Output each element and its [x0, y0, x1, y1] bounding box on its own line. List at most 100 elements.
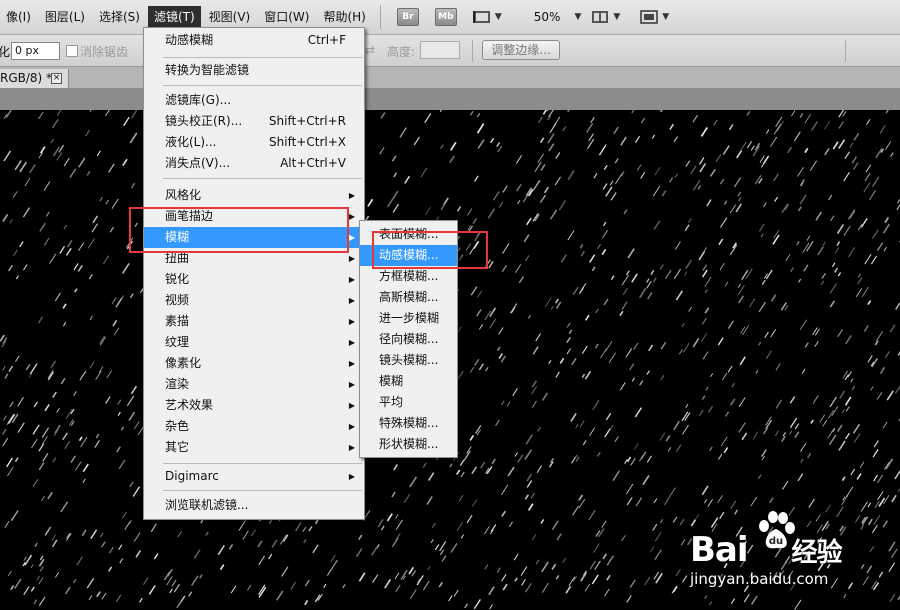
menu-item-label: 锐化 — [165, 272, 190, 286]
submenu-arrow-icon: ▶ — [348, 254, 355, 263]
submenu-item-blur[interactable]: 高斯模糊... — [360, 287, 457, 308]
submenu-arrow-icon: ▶ — [348, 275, 355, 284]
menu-item-liquify[interactable]: 液化(L)... Shift+Ctrl+X — [144, 132, 364, 153]
menu-item-filter-gallery[interactable]: 滤镜库(G)... — [144, 90, 364, 111]
menu-select[interactable]: 选择(S) — [93, 6, 146, 28]
submenu-arrow-icon: ▶ — [348, 472, 355, 481]
menu-item-lens-correction[interactable]: 镜头校正(R)... Shift+Ctrl+R — [144, 111, 364, 132]
bridge-button[interactable]: Br — [396, 8, 419, 26]
filter-menu: 动感模糊 Ctrl+F 转换为智能滤镜 滤镜库(G)... 镜头校正(R)...… — [143, 27, 365, 520]
submenu-item-blur[interactable]: 特殊模糊... — [360, 413, 457, 434]
menu-item-filter-group[interactable]: 纹理 ▶ — [144, 332, 364, 353]
arrange-icon — [592, 11, 609, 23]
watermark-brand-latin: Bai — [690, 530, 749, 570]
menu-item-label: 动感模糊 — [165, 33, 214, 47]
menu-layer[interactable]: 图层(L) — [39, 6, 91, 28]
menu-separator — [163, 178, 362, 179]
submenu-item-blur[interactable]: 进一步模糊 — [360, 308, 457, 329]
menu-item-label: 消失点(V)... — [165, 156, 231, 170]
screen-mode-icon — [640, 10, 659, 24]
submenu-arrow-icon: ▶ — [348, 338, 355, 347]
height-input[interactable] — [420, 41, 460, 59]
menu-window[interactable]: 窗口(W) — [258, 6, 315, 28]
options-divider — [845, 40, 846, 62]
submenu-item-blur[interactable]: 镜头模糊... — [360, 350, 457, 371]
height-label: 高度: — [387, 45, 416, 59]
menu-item-vanishing-point[interactable]: 消失点(V)... Alt+Ctrl+V — [144, 153, 364, 174]
menu-item-browse-filters-online[interactable]: 浏览联机滤镜... — [144, 495, 364, 516]
menu-item-label: 素描 — [165, 314, 190, 328]
menu-item-filter-group[interactable]: 艺术效果 ▶ — [144, 395, 364, 416]
chevron-down-icon[interactable]: ▼ — [574, 12, 581, 22]
submenu-arrow-icon: ▶ — [348, 401, 355, 410]
menu-item-label: 杂色 — [165, 419, 190, 433]
menu-item-label: 艺术效果 — [165, 398, 214, 412]
document-tab-title: RGB/8) * — [0, 71, 53, 85]
options-divider — [472, 40, 473, 62]
menu-item-label: 特殊模糊... — [379, 416, 439, 430]
menu-item-label: 镜头校正(R)... — [165, 114, 243, 128]
menu-item-filter-group[interactable]: 素描 ▶ — [144, 311, 364, 332]
watermark-brand-chinese: 经验 — [791, 538, 843, 568]
antialias-checkbox[interactable] — [66, 45, 78, 57]
menu-item-filter-group[interactable]: 杂色 ▶ — [144, 416, 364, 437]
document-tab[interactable]: RGB/8) * × — [0, 69, 69, 88]
feather-input[interactable]: 0 px — [11, 42, 60, 60]
menu-item-digimarc[interactable]: Digimarc ▶ — [144, 466, 364, 487]
menu-item-label: 视频 — [165, 293, 190, 307]
submenu-item-blur[interactable]: 方框模糊... — [360, 266, 457, 287]
mini-bridge-button[interactable]: Mb — [434, 8, 457, 26]
menu-item-filter-group[interactable]: 锐化 ▶ — [144, 269, 364, 290]
menubar-divider — [379, 5, 381, 29]
menu-help[interactable]: 帮助(H) — [317, 6, 371, 28]
chevron-down-icon: ▼ — [613, 12, 621, 22]
chevron-down-icon: ▼ — [494, 12, 502, 22]
menu-filter[interactable]: 滤镜(T) — [147, 6, 201, 28]
menu-image[interactable]: 像(I) — [0, 6, 37, 28]
menu-item-shortcut: Shift+Ctrl+X — [269, 135, 346, 149]
close-icon[interactable]: × — [51, 73, 62, 84]
menu-item-label: 镜头模糊... — [379, 353, 439, 367]
arrange-documents-dropdown[interactable]: ▼ — [591, 10, 620, 24]
submenu-arrow-icon: ▶ — [348, 380, 355, 389]
menu-item-filter-group[interactable]: 其它 ▶ — [144, 437, 364, 458]
menu-item-shortcut: Ctrl+F — [307, 33, 346, 47]
chevron-down-icon: ▼ — [662, 12, 670, 22]
submenu-arrow-icon: ▶ — [348, 443, 355, 452]
menu-item-convert-smart-filters[interactable]: 转换为智能滤镜 — [144, 60, 364, 81]
extras-dropdown[interactable]: ▼ — [472, 10, 502, 24]
menu-item-label: 浏览联机滤镜... — [165, 498, 249, 512]
swap-icon[interactable]: ⇄ — [365, 43, 375, 57]
menu-item-label: 形状模糊... — [379, 437, 439, 451]
submenu-item-blur[interactable]: 模糊 — [360, 371, 457, 392]
menu-item-label: 像素化 — [165, 356, 202, 370]
refine-edge-button[interactable]: 调整边缘... — [482, 40, 560, 60]
menu-separator — [163, 57, 362, 58]
menu-item-label: 风格化 — [165, 188, 202, 202]
menu-item-filter-group[interactable]: 像素化 ▶ — [144, 353, 364, 374]
menu-item-label: 其它 — [165, 440, 190, 454]
zoom-level[interactable]: 50% — [534, 10, 561, 24]
menu-item-filter-group[interactable]: 渲染 ▶ — [144, 374, 364, 395]
menu-item-label: 滤镜库(G)... — [165, 93, 232, 107]
menu-item-label: 径向模糊... — [379, 332, 439, 346]
submenu-item-blur[interactable]: 径向模糊... — [360, 329, 457, 350]
menu-item-filter-group[interactable]: 风格化 ▶ — [144, 185, 364, 206]
menu-view[interactable]: 视图(V) — [203, 6, 257, 28]
menu-item-filter-group[interactable]: 视频 ▶ — [144, 290, 364, 311]
menu-item-last-filter[interactable]: 动感模糊 Ctrl+F — [144, 30, 364, 51]
submenu-arrow-icon: ▶ — [348, 212, 355, 221]
screen-mode-dropdown[interactable]: ▼ — [640, 10, 669, 24]
submenu-item-blur[interactable]: 平均 — [360, 392, 457, 413]
grid-icon — [472, 11, 490, 23]
annotation-box — [372, 231, 488, 269]
submenu-arrow-icon: ▶ — [348, 422, 355, 431]
submenu-item-blur[interactable]: 形状模糊... — [360, 434, 457, 455]
menu-item-label: 平均 — [379, 395, 404, 409]
menu-item-label: 渲染 — [165, 377, 190, 391]
menu-item-label: 模糊 — [379, 374, 404, 388]
options-bar: 化: 0 px 消除锯齿 ⇄ 高度: 调整边缘... — [0, 35, 900, 67]
annotation-box — [129, 207, 349, 253]
antialias-label: 消除锯齿 — [80, 45, 129, 59]
menu-item-label: 高斯模糊... — [379, 290, 439, 304]
